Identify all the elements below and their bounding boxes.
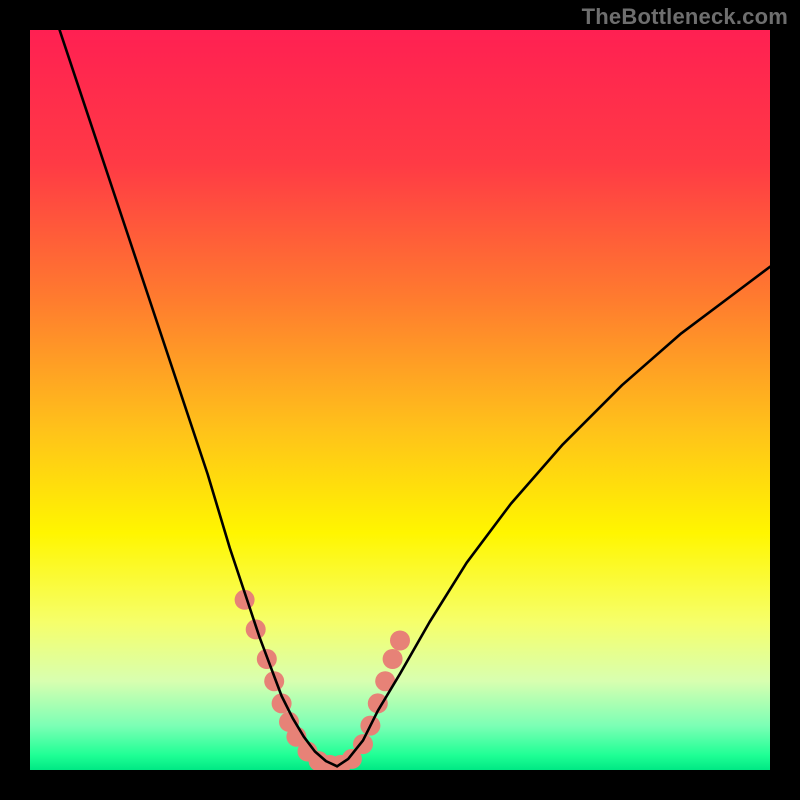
data-marker xyxy=(390,631,410,651)
curve-left-curve xyxy=(60,30,338,766)
marker-layer xyxy=(235,590,410,770)
data-marker xyxy=(383,649,403,669)
chart-svg xyxy=(30,30,770,770)
watermark-text: TheBottleneck.com xyxy=(582,4,788,30)
curve-right-curve xyxy=(337,267,770,767)
plot-area xyxy=(30,30,770,770)
chart-frame: TheBottleneck.com xyxy=(0,0,800,800)
line-layer xyxy=(60,30,770,766)
